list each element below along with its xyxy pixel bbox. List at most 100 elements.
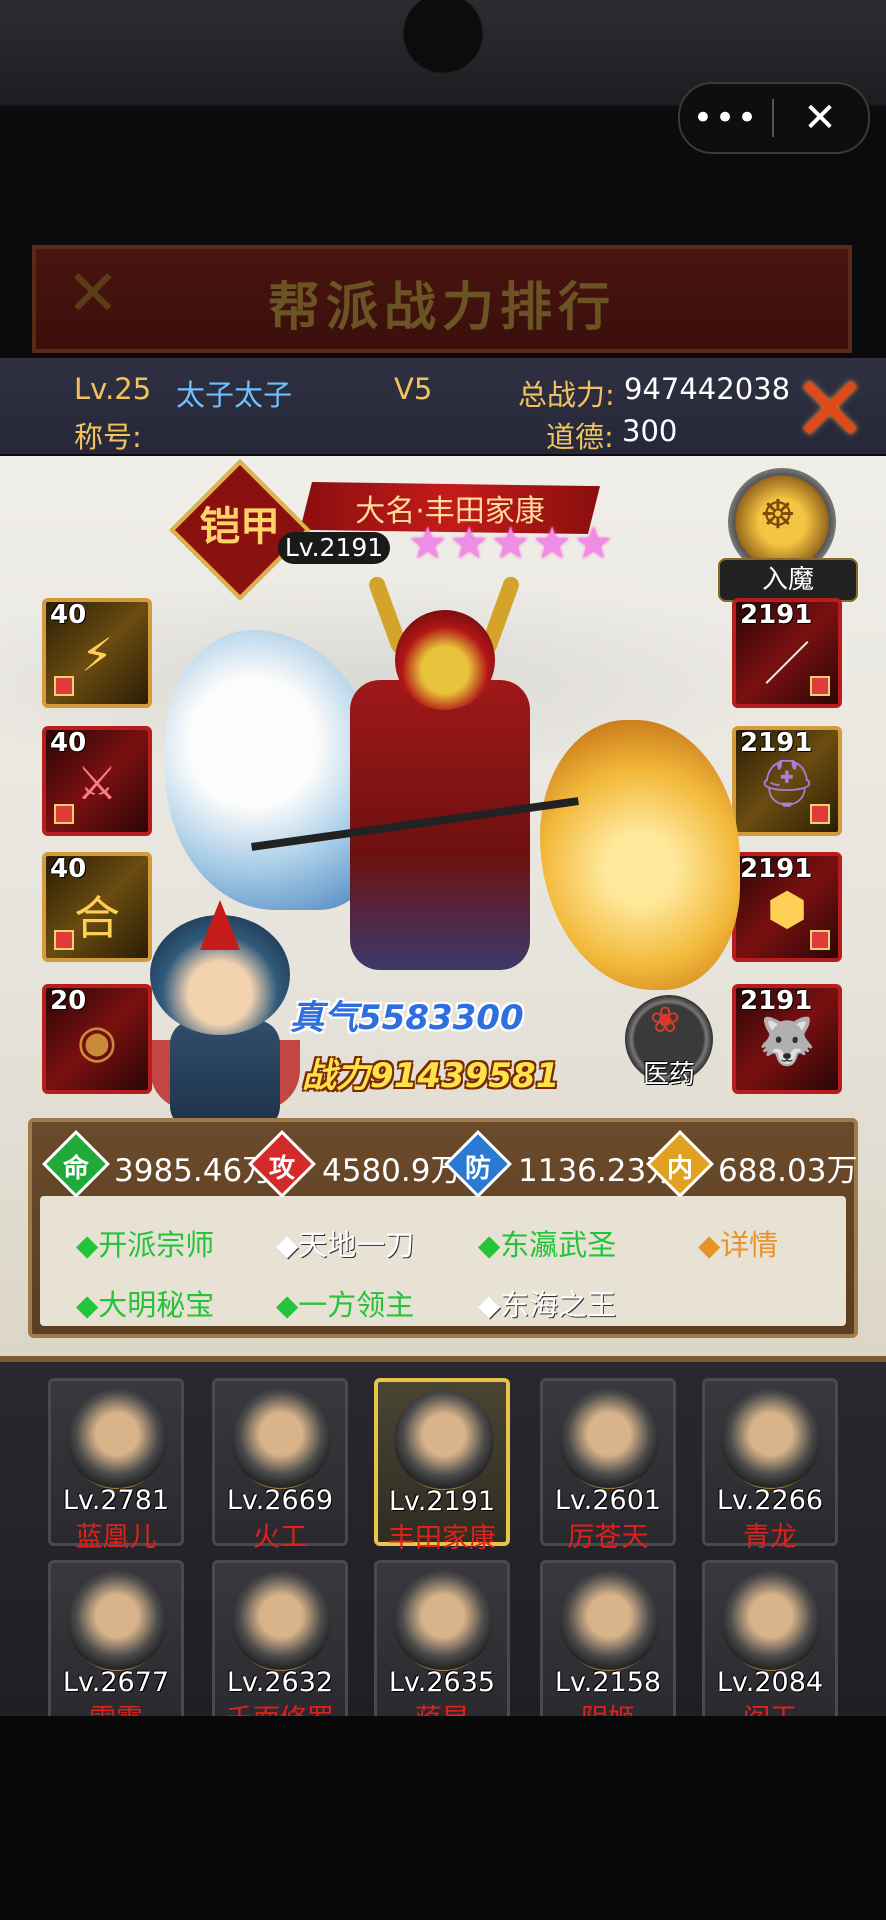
- gem-icon: [54, 676, 74, 696]
- hp-label: 命: [62, 1154, 89, 1184]
- roster-card[interactable]: Lv.2677 雷震: [48, 1560, 184, 1735]
- equip-level: 2191: [740, 728, 813, 758]
- equip-slot-helmet[interactable]: 2191 ⛑: [732, 726, 842, 836]
- hero-portrait: [559, 1571, 659, 1671]
- roster-card[interactable]: Lv.2781 蓝凰儿: [48, 1378, 184, 1553]
- roster-name: 丰田家康: [388, 1523, 496, 1554]
- bottom-dimmed-area: [0, 1716, 886, 1920]
- claw-icon: ⚡: [80, 628, 114, 682]
- roster-card-selected[interactable]: Lv.2191 丰田家康: [374, 1378, 510, 1554]
- mini-program-capsule: ••• ✕: [678, 82, 870, 154]
- roster-level: Lv.2781: [62, 1485, 170, 1516]
- roster-level: Lv.2191: [388, 1486, 496, 1517]
- title-tiandi-yidao: ◆天地一刀: [276, 1228, 415, 1262]
- equip-level: 2191: [740, 854, 813, 884]
- hero-portrait: [67, 1389, 167, 1489]
- herb-icon: ❀: [650, 1000, 681, 1041]
- roster-level: Lv.2266: [716, 1485, 824, 1516]
- equip-slot-armor[interactable]: 2191 ⬢: [732, 852, 842, 962]
- roster-level: Lv.2677: [62, 1667, 170, 1698]
- details-link[interactable]: ◆详情: [698, 1222, 778, 1264]
- roster-card[interactable]: Lv.2084 阎王: [702, 1560, 838, 1735]
- roster-level: Lv.2669: [226, 1485, 334, 1516]
- hp-value: 3985.46万: [114, 1153, 274, 1189]
- skill-slot-1[interactable]: 40 ⚡: [42, 598, 152, 708]
- gem-icon: [54, 930, 74, 950]
- hero-portrait: [67, 1571, 167, 1671]
- demon-mode-button[interactable]: 入魔: [718, 558, 858, 602]
- total-power-value: 947442038: [624, 372, 791, 406]
- hero-portrait: [231, 1389, 331, 1489]
- gem-icon: [810, 930, 830, 950]
- wolf-icon: 🐺: [758, 1014, 816, 1068]
- compass-icon: ◉: [76, 1014, 118, 1068]
- skill-level: 40: [50, 854, 87, 884]
- close-icon[interactable]: ✕: [774, 88, 866, 148]
- cloud-emblem-icon: [383, 0, 503, 95]
- hero-portrait: [721, 1389, 821, 1489]
- roster-card[interactable]: Lv.2632 千面修罗: [212, 1560, 348, 1735]
- attack-value: 4580.9万: [322, 1153, 462, 1189]
- equip-slot-pet[interactable]: 2191 🐺: [732, 984, 842, 1094]
- player-info-bar: Lv.25 太子太子 V5 总战力: 947442038 称号: 道德: 300: [0, 358, 886, 454]
- roster-level: Lv.2158: [554, 1667, 662, 1698]
- roster-card[interactable]: Lv.2158 阴姬: [540, 1560, 676, 1735]
- close-panel-icon[interactable]: ✕: [782, 362, 878, 458]
- inner-power-label: 内: [666, 1154, 693, 1184]
- skill-slot-3[interactable]: 40 合: [42, 852, 152, 962]
- equip-level: 2191: [740, 986, 813, 1016]
- title-label: 称号:: [74, 420, 142, 454]
- attack-label: 攻: [268, 1154, 295, 1184]
- skill-slot-4[interactable]: 20 ◉: [42, 984, 152, 1094]
- gem-icon: [810, 804, 830, 824]
- roster-level: Lv.2084: [716, 1667, 824, 1698]
- skill-level: 40: [50, 600, 87, 630]
- roster-level: Lv.2632: [226, 1667, 334, 1698]
- samurai-helmet-artwork: [395, 610, 495, 710]
- skill-slot-2[interactable]: 40 ⚔: [42, 726, 152, 836]
- ranking-title: 帮派战力排行: [267, 278, 616, 338]
- equip-slot-weapon[interactable]: 2191 ／: [732, 598, 842, 708]
- title-kaipai-zongshi: ◆开派宗师: [76, 1228, 215, 1262]
- more-options-icon[interactable]: •••: [680, 88, 772, 148]
- roster-card[interactable]: Lv.2266 青龙: [702, 1378, 838, 1553]
- morality-value: 300: [622, 414, 678, 448]
- true-qi-value: 真气5583300: [290, 998, 524, 1038]
- skill-level: 20: [50, 986, 87, 1016]
- roster-name: 火工: [253, 1522, 307, 1553]
- title-yifang-lingzhu: ◆一方领主: [276, 1288, 415, 1322]
- roster-level: Lv.2635: [388, 1667, 496, 1698]
- player-level: Lv.25: [74, 372, 152, 406]
- total-power-label: 总战力:: [518, 378, 615, 412]
- roster-card[interactable]: Lv.2635 蒋昆: [374, 1560, 510, 1735]
- blade-slash-icon: ⚔: [76, 756, 118, 810]
- roster-name: 青龙: [743, 1522, 797, 1553]
- title-donghai-zhiwang: ◆东海之王: [478, 1288, 617, 1322]
- vip-level: V5: [394, 372, 433, 406]
- morality-label: 道德:: [546, 420, 614, 454]
- hero-portrait: [393, 1571, 493, 1671]
- inner-power-value: 688.03万: [718, 1153, 858, 1189]
- hero-portrait: [559, 1389, 659, 1489]
- equip-level: 2191: [740, 600, 813, 630]
- gem-icon: [54, 804, 74, 824]
- medicine-label: 医药: [642, 1060, 695, 1090]
- gem-icon: [810, 676, 830, 696]
- hero-power-value: 战力91439581: [302, 1056, 560, 1096]
- hero-portrait: [231, 1571, 331, 1671]
- player-name: 太子太子: [176, 378, 293, 412]
- title-dongying-wusheng: ◆东瀛武圣: [478, 1228, 617, 1262]
- roster-name: 厉苍天: [567, 1522, 649, 1553]
- buddha-icon: ☸: [760, 492, 796, 538]
- roster-level: Lv.2601: [554, 1485, 662, 1516]
- defense-label: 防: [464, 1154, 491, 1184]
- star-rating: ★★★★★: [408, 518, 616, 569]
- hero-portrait: [394, 1390, 494, 1490]
- roster-card[interactable]: Lv.2669 火工: [212, 1378, 348, 1553]
- roster-card[interactable]: Lv.2601 厉苍天: [540, 1378, 676, 1553]
- title-daming-mibao: ◆大明秘宝: [76, 1288, 215, 1322]
- skill-level: 40: [50, 728, 87, 758]
- armor-badge-label: 铠甲: [200, 504, 280, 550]
- helmet-icon: ⛑: [757, 756, 817, 810]
- ranking-title-board: ✕ 帮派战力排行: [32, 245, 852, 353]
